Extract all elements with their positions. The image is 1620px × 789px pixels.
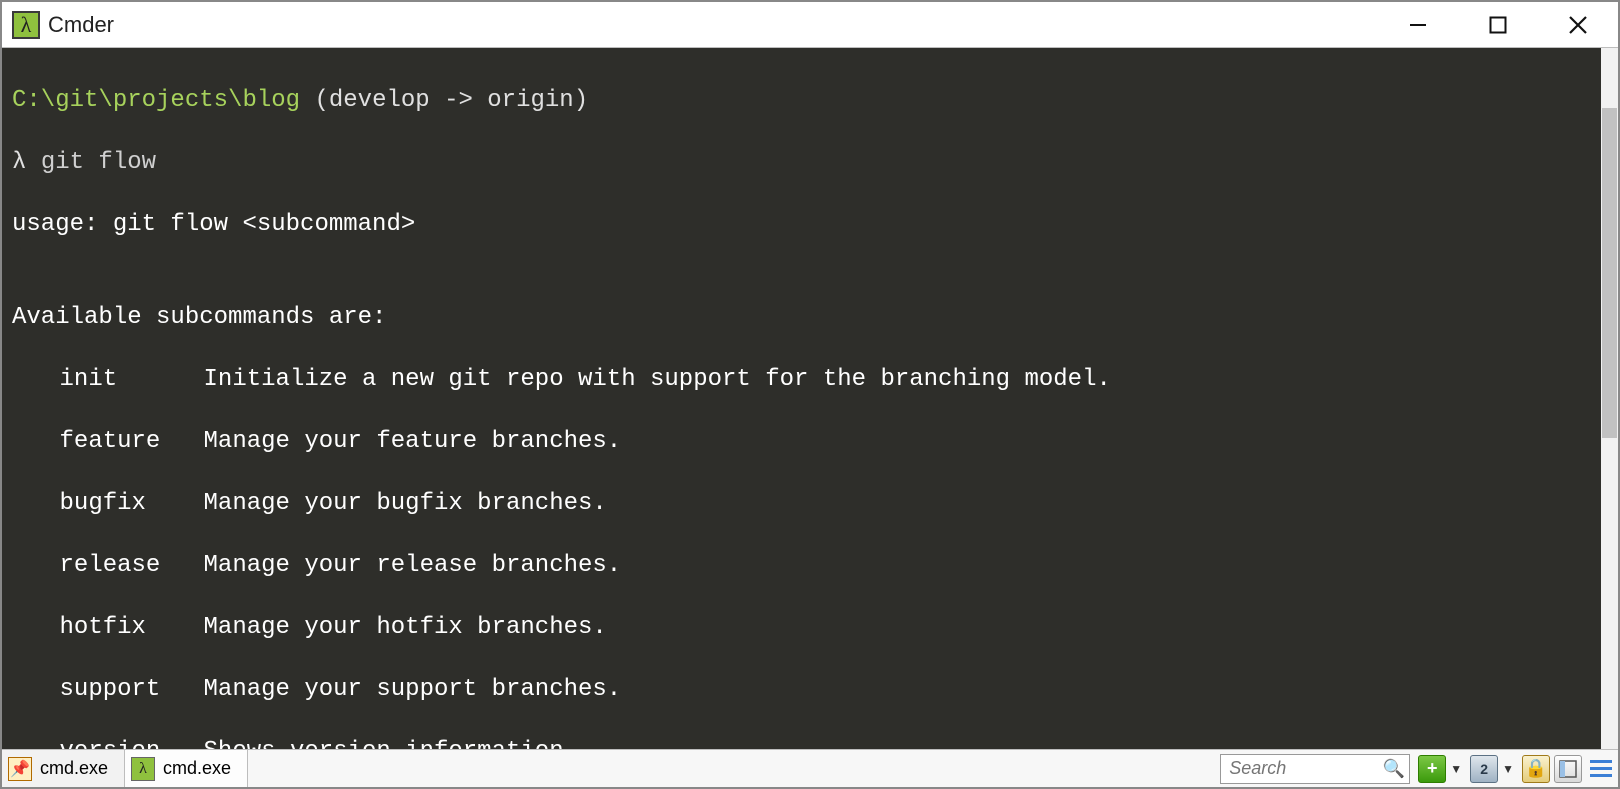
search-icon: 🔍 (1383, 758, 1405, 779)
plus-icon: + (1427, 758, 1438, 779)
terminal-output[interactable]: C:\git\projects\blog (develop -> origin)… (2, 48, 1601, 749)
lambda-tab-icon: λ (131, 757, 155, 781)
console-count-button[interactable]: 2 (1470, 755, 1498, 783)
status-bar: 📌 cmd.exe λ cmd.exe 🔍 + ▼ 2 ▼ 🔒 (2, 749, 1618, 787)
console-tab[interactable]: 📌 cmd.exe (2, 750, 125, 787)
prompt-symbol: λ (12, 149, 26, 176)
close-icon (1568, 15, 1588, 35)
minimize-icon (1409, 16, 1427, 34)
pinned-tab-icon: 📌 (8, 757, 32, 781)
usage-line: usage: git flow <subcommand> (12, 209, 1591, 240)
subcommand-row: featureManage your feature branches. (12, 426, 1591, 457)
subcommand-row: versionShows version information. (12, 736, 1591, 749)
app-icon: λ (12, 11, 40, 39)
subcommand-row: hotfixManage your hotfix branches. (12, 612, 1591, 643)
console-tab[interactable]: λ cmd.exe (125, 750, 248, 787)
maximize-button[interactable] (1458, 2, 1538, 47)
hamburger-icon (1590, 760, 1612, 763)
window-controls (1378, 2, 1618, 47)
subcommand-row: supportManage your support branches. (12, 674, 1591, 705)
prompt-branch: (develop -> origin) (314, 87, 588, 114)
scrollbar-thumb[interactable] (1602, 108, 1617, 438)
new-console-dropdown[interactable]: ▼ (1450, 762, 1462, 776)
console-count-label: 2 (1480, 761, 1488, 777)
lock-button[interactable]: 🔒 (1522, 755, 1550, 783)
tab-label: cmd.exe (40, 758, 108, 779)
app-title: Cmder (48, 12, 114, 38)
prompt-path: C:\git\projects\blog (12, 87, 300, 114)
subcommand-row: initInitialize a new git repo with suppo… (12, 364, 1591, 395)
search-input[interactable] (1220, 754, 1410, 784)
minimize-button[interactable] (1378, 2, 1458, 47)
entered-command: git flow (41, 149, 156, 176)
window-icon (1559, 760, 1577, 778)
new-console-button[interactable]: + (1418, 755, 1446, 783)
subcommand-row: bugfixManage your bugfix branches. (12, 488, 1591, 519)
maximize-icon (1489, 16, 1507, 34)
vertical-scrollbar[interactable] (1601, 48, 1618, 749)
available-header: Available subcommands are: (12, 302, 1591, 333)
close-button[interactable] (1538, 2, 1618, 47)
subcommand-row: releaseManage your release branches. (12, 550, 1591, 581)
lock-icon: 🔒 (1525, 758, 1547, 779)
window-titlebar: λ Cmder (2, 2, 1618, 48)
show-toolbar-button[interactable] (1554, 755, 1582, 783)
console-list-dropdown[interactable]: ▼ (1502, 762, 1514, 776)
search-box[interactable]: 🔍 (1220, 754, 1410, 784)
tab-label: cmd.exe (163, 758, 231, 779)
main-menu-button[interactable] (1590, 760, 1612, 777)
